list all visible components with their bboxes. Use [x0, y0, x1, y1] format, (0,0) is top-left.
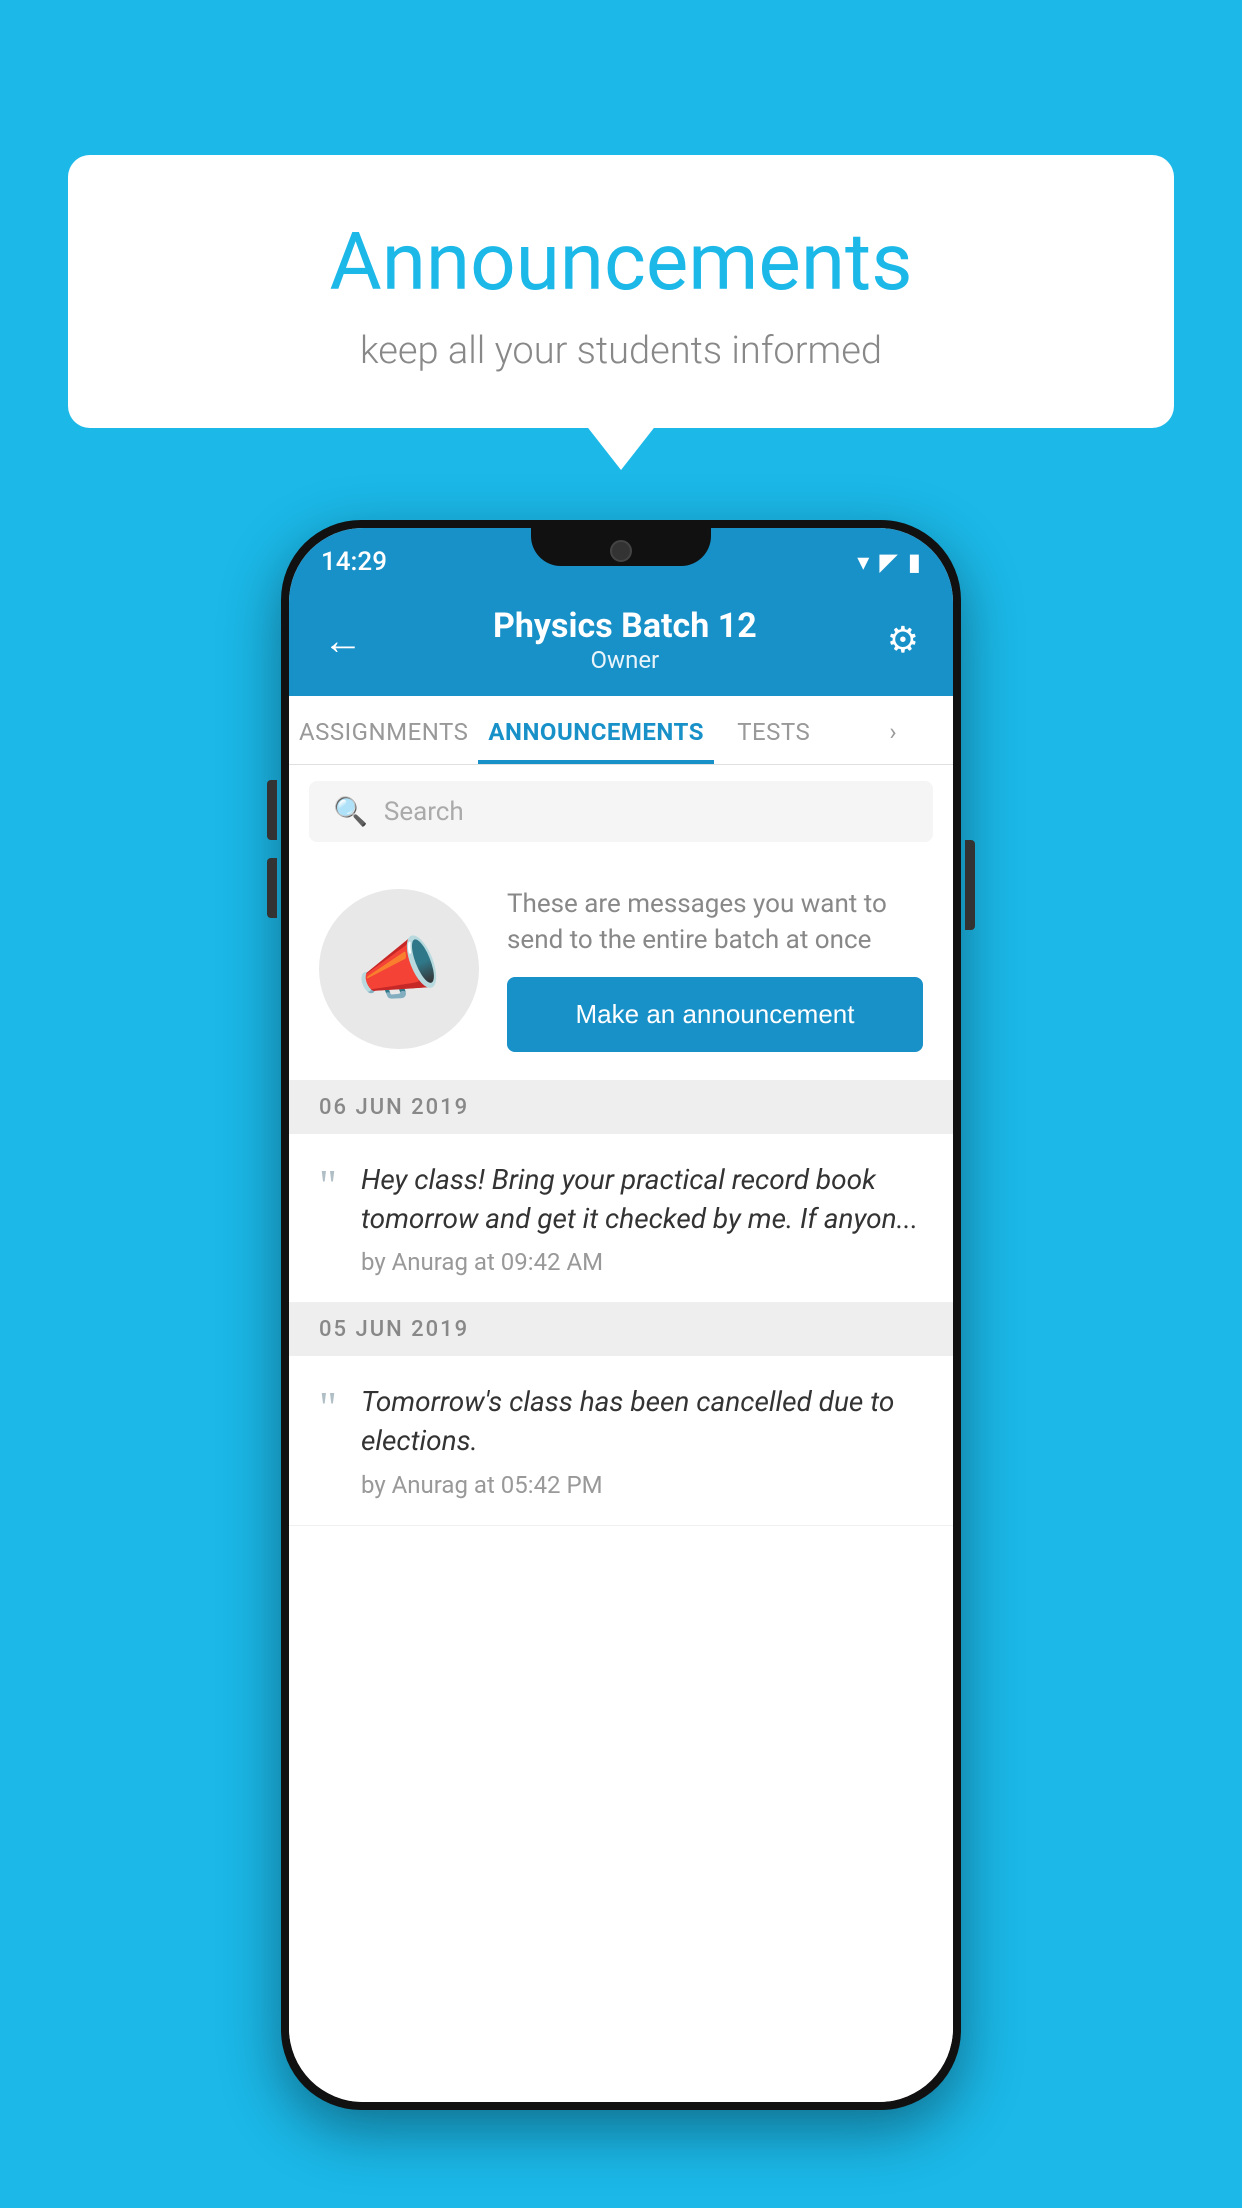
signal-icon: ◤: [879, 548, 897, 576]
announcement-prompt: 📣 These are messages you want to send to…: [289, 858, 953, 1081]
volume-up-button: [267, 780, 277, 840]
phone-camera: [610, 540, 632, 562]
search-bar-wrapper: 🔍 Search: [289, 765, 953, 858]
announcement-item-1: " Hey class! Bring your practical record…: [289, 1134, 953, 1303]
announcement-content-2: Tomorrow's class has been cancelled due …: [361, 1382, 923, 1498]
phone-screen: 14:29 ▾ ◤ ▮ ← Physics Batch 12 Owner ⚙ A…: [289, 528, 953, 2102]
volume-buttons: [267, 780, 277, 918]
app-header: ← Physics Batch 12 Owner ⚙: [289, 588, 953, 696]
tab-more[interactable]: ›: [834, 696, 954, 764]
speech-bubble-title: Announcements: [148, 215, 1094, 309]
announcement-text-2: Tomorrow's class has been cancelled due …: [361, 1382, 923, 1460]
header-subtitle: Owner: [369, 646, 881, 674]
power-button: [965, 840, 975, 930]
phone-notch: [531, 528, 711, 566]
speech-bubble: Announcements keep all your students inf…: [68, 155, 1174, 428]
back-button[interactable]: ←: [317, 611, 369, 670]
prompt-description: These are messages you want to send to t…: [507, 886, 923, 959]
prompt-right: These are messages you want to send to t…: [507, 886, 923, 1052]
wifi-icon: ▾: [857, 548, 869, 576]
search-bar[interactable]: 🔍 Search: [309, 781, 933, 842]
announcement-item-2: " Tomorrow's class has been cancelled du…: [289, 1356, 953, 1525]
volume-down-button: [267, 858, 277, 918]
announcement-text-1: Hey class! Bring your practical record b…: [361, 1160, 923, 1238]
status-icons: ▾ ◤ ▮: [857, 548, 921, 576]
header-center: Physics Batch 12 Owner: [369, 606, 881, 674]
tab-tests[interactable]: TESTS: [714, 696, 834, 764]
tab-assignments[interactable]: ASSIGNMENTS: [289, 696, 478, 764]
battery-icon: ▮: [908, 548, 921, 576]
quote-icon-2: ": [319, 1386, 337, 1430]
date-separator-2: 05 JUN 2019: [289, 1303, 953, 1356]
announcement-content-1: Hey class! Bring your practical record b…: [361, 1160, 923, 1276]
header-title: Physics Batch 12: [369, 606, 881, 646]
search-placeholder: Search: [384, 797, 464, 827]
announcement-meta-1: by Anurag at 09:42 AM: [361, 1248, 923, 1276]
make-announcement-button[interactable]: Make an announcement: [507, 977, 923, 1052]
speech-bubble-subtitle: keep all your students informed: [148, 329, 1094, 373]
megaphone-icon: 📣: [357, 929, 442, 1009]
power-side-button: [965, 840, 975, 930]
settings-button[interactable]: ⚙: [881, 613, 925, 667]
tab-announcements[interactable]: ANNOUNCEMENTS: [478, 696, 714, 764]
phone-body: 🔍 Search 📣 These are messages you want t…: [289, 765, 953, 2102]
search-icon: 🔍: [333, 795, 368, 828]
tabs-bar: ASSIGNMENTS ANNOUNCEMENTS TESTS ›: [289, 696, 953, 765]
date-separator-1: 06 JUN 2019: [289, 1081, 953, 1134]
announcement-meta-2: by Anurag at 05:42 PM: [361, 1471, 923, 1499]
speech-bubble-container: Announcements keep all your students inf…: [68, 155, 1174, 428]
quote-icon-1: ": [319, 1164, 337, 1208]
status-time: 14:29: [321, 547, 387, 577]
phone-frame: 14:29 ▾ ◤ ▮ ← Physics Batch 12 Owner ⚙ A…: [281, 520, 961, 2110]
prompt-icon-circle: 📣: [319, 889, 479, 1049]
